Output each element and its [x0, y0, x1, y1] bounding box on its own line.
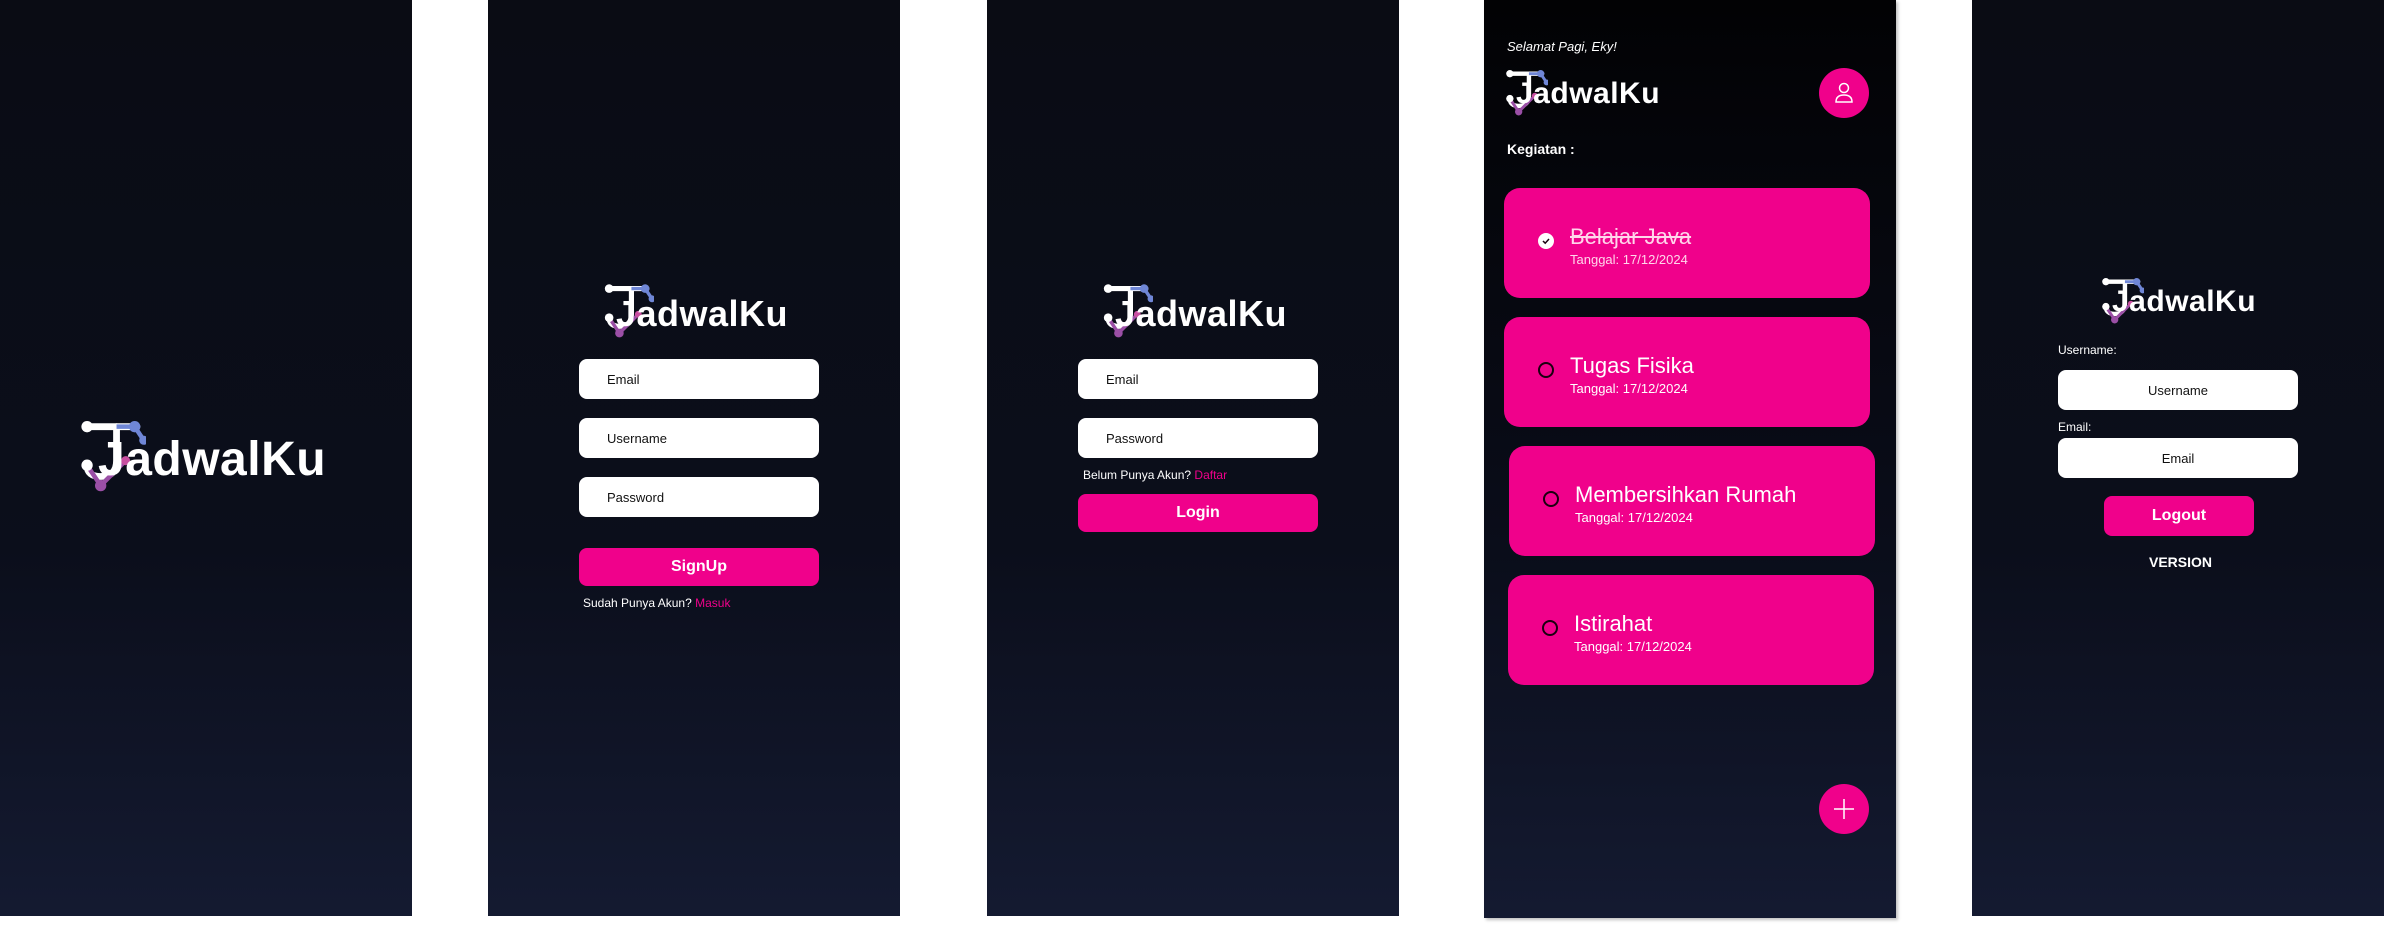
profile-button[interactable]: [1819, 68, 1869, 118]
task-title: Istirahat: [1574, 611, 1653, 636]
greeting-text: Selamat Pagi, Eky!: [1507, 39, 1617, 54]
task-card[interactable]: Membersihkan Rumah Tanggal: 17/12/2024: [1509, 446, 1875, 556]
daftar-link[interactable]: Daftar: [1194, 468, 1227, 482]
task-checkbox[interactable]: [1543, 491, 1559, 507]
home-screen: Selamat Pagi, Eky! JadwalKu Kegiatan : B…: [1484, 0, 1896, 918]
task-title: Membersihkan Rumah: [1575, 482, 1797, 507]
app-logo: JadwalKu: [1101, 280, 1291, 340]
register-prompt: Belum Punya Akun? Daftar: [1083, 468, 1227, 482]
app-logo: JadwalKu: [2100, 274, 2260, 326]
logout-button[interactable]: Logout: [2104, 496, 2254, 536]
task-date: Tanggal: 17/12/2024: [1570, 252, 1688, 267]
splash-screen: JadwalKu: [0, 0, 412, 916]
register-prompt-text: Belum Punya Akun?: [1083, 468, 1192, 482]
app-logo: JadwalKu: [1504, 66, 1664, 118]
username-field[interactable]: Username: [2058, 370, 2298, 410]
username-label: Username:: [2058, 343, 2117, 357]
email-field[interactable]: Email: [2058, 438, 2298, 478]
app-logo-text: JadwalKu: [1516, 77, 1661, 110]
login-screen: JadwalKu Email Password Belum Punya Akun…: [987, 0, 1399, 916]
username-field[interactable]: Username: [579, 418, 819, 458]
task-checkbox[interactable]: [1542, 620, 1558, 636]
section-label: Kegiatan :: [1507, 141, 1575, 157]
signup-footer-text: Sudah Punya Akun?: [583, 596, 692, 610]
version-label: VERSION: [2149, 554, 2213, 570]
email-field[interactable]: Email: [1078, 359, 1318, 399]
task-card[interactable]: Tugas Fisika Tanggal: 17/12/2024: [1504, 317, 1870, 427]
app-logo: JadwalKu: [602, 280, 792, 340]
password-field[interactable]: Password: [579, 477, 819, 517]
task-date: Tanggal: 17/12/2024: [1575, 510, 1693, 525]
user-icon: [1835, 82, 1853, 103]
task-checkbox[interactable]: [1538, 233, 1554, 249]
profile-screen: JadwalKu Username: Username Email: Email…: [1972, 0, 2384, 916]
login-button[interactable]: Login: [1078, 494, 1318, 532]
app-logo-text: JadwalKu: [2112, 285, 2257, 318]
plus-icon: [1834, 799, 1854, 819]
password-field[interactable]: Password: [1078, 418, 1318, 458]
check-icon: [1542, 238, 1550, 245]
task-checkbox[interactable]: [1538, 362, 1554, 378]
email-label: Email:: [2058, 420, 2092, 434]
signup-button[interactable]: SignUp: [579, 548, 819, 586]
app-logo: JadwalKu: [78, 415, 328, 495]
signup-footer: Sudah Punya Akun? Masuk: [583, 596, 730, 610]
add-task-button[interactable]: [1819, 784, 1869, 834]
task-title: Tugas Fisika: [1570, 353, 1694, 378]
task-card[interactable]: Belajar Java Tanggal: 17/12/2024: [1504, 188, 1870, 298]
app-logo-text: JadwalKu: [616, 293, 789, 334]
app-logo-text: JadwalKu: [1115, 293, 1288, 334]
signup-screen: JadwalKu Email Username Password SignUp …: [488, 0, 900, 916]
task-date: Tanggal: 17/12/2024: [1574, 639, 1692, 654]
app-logo-text: JadwalKu: [98, 432, 327, 486]
masuk-link[interactable]: Masuk: [695, 596, 730, 610]
task-date: Tanggal: 17/12/2024: [1570, 381, 1688, 396]
task-card[interactable]: Istirahat Tanggal: 17/12/2024: [1508, 575, 1874, 685]
task-title: Belajar Java: [1570, 224, 1692, 249]
email-field[interactable]: Email: [579, 359, 819, 399]
